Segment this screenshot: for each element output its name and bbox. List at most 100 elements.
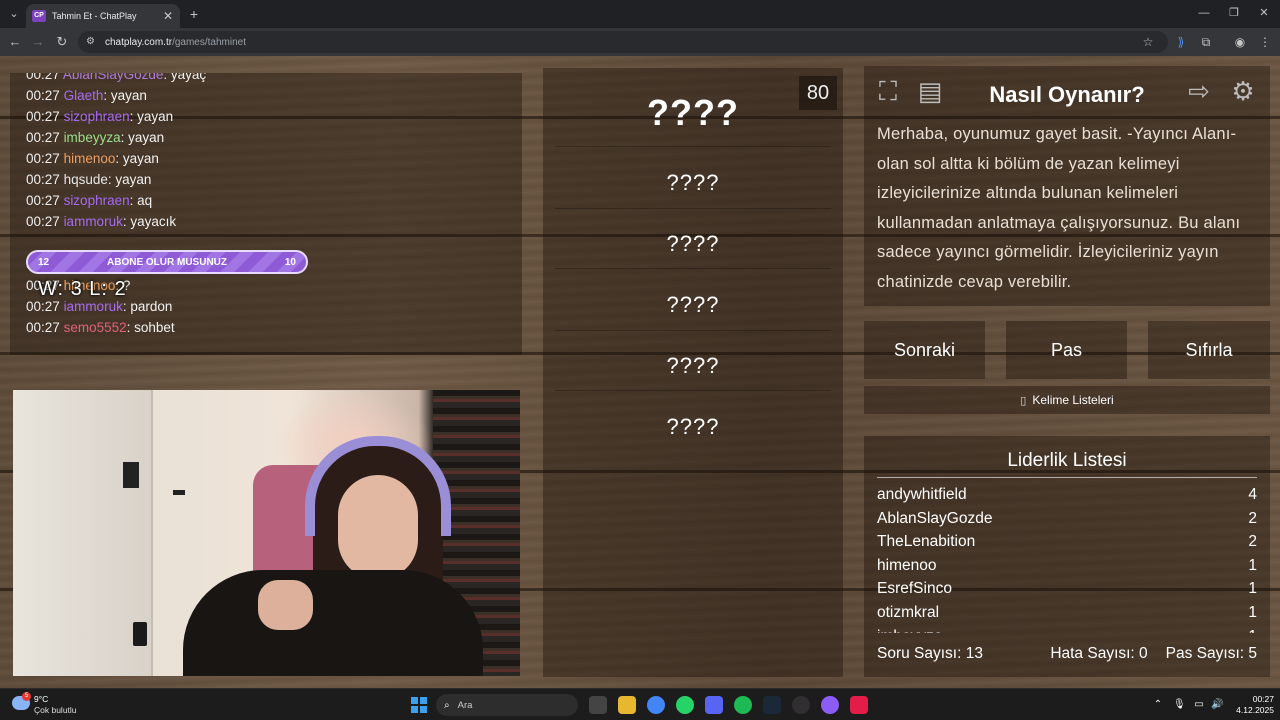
browser-menu-icon[interactable]: ⋮ bbox=[1257, 34, 1273, 50]
word-lists-button[interactable]: ▯ Kelime Listeleri bbox=[864, 386, 1270, 414]
address-bar[interactable]: ⚙ chatplay.com.tr/games/tahminet bbox=[78, 31, 1168, 53]
leaderboard-name: himenoo bbox=[877, 556, 937, 574]
forbidden-word: ???? bbox=[666, 231, 720, 256]
question-count: Soru Sayısı: 13 bbox=[877, 645, 983, 662]
task-view-icon[interactable] bbox=[589, 696, 607, 714]
app-circle-icon[interactable] bbox=[821, 696, 839, 714]
chat-text: : yayan bbox=[115, 151, 159, 166]
exit-icon[interactable]: ⇨ bbox=[1182, 74, 1216, 108]
leaderboard-name: AblanSlayGozde bbox=[877, 509, 993, 527]
taskbar-search[interactable]: ⌕ Ara bbox=[436, 694, 578, 716]
leaderboard-row: andywhitfield 4 bbox=[877, 483, 1257, 507]
profile-avatar-icon[interactable]: ◉ bbox=[1232, 34, 1248, 50]
file-explorer-icon[interactable] bbox=[618, 696, 636, 714]
forward-icon[interactable]: → bbox=[30, 34, 46, 50]
reload-icon[interactable]: ↻ bbox=[54, 34, 70, 50]
leaderboard-name: imbeyyza bbox=[877, 625, 942, 633]
leaderboard-name: TheLenabition bbox=[877, 533, 976, 551]
forbidden-word: ???? bbox=[666, 292, 720, 317]
tab-search-icon[interactable]: ⌄ bbox=[6, 6, 22, 22]
chat-message: 00:27 iammoruk: yayacık bbox=[26, 214, 176, 229]
leaderboard-row: himenoo 1 bbox=[877, 554, 1257, 578]
discord-icon[interactable] bbox=[705, 696, 723, 714]
subscribe-current: 12 bbox=[38, 256, 50, 268]
leaderboard-score: 1 bbox=[1248, 556, 1257, 574]
chat-username[interactable]: AblanSlayGozde bbox=[63, 73, 164, 82]
leaderboard-name: EsrefSinco bbox=[877, 580, 952, 598]
next-button[interactable]: Sonraki bbox=[864, 321, 985, 379]
url-host: chatplay.com.tr bbox=[105, 36, 173, 48]
leaderboard-score: 2 bbox=[1248, 533, 1257, 551]
browser-tabstrip: ⌄ CP Tahmin Et - ChatPlay ✕ + — ❐ ✕ bbox=[0, 0, 1280, 28]
chat-username[interactable]: hqsude bbox=[64, 172, 108, 187]
chat-username[interactable]: iammoruk bbox=[64, 214, 123, 229]
chat-username[interactable]: iammoruk bbox=[64, 299, 123, 314]
reset-button[interactable]: Sıfırla bbox=[1148, 321, 1270, 379]
leaderboard-list: andywhitfield 4 AblanSlayGozde 2 TheLenabiti… bbox=[877, 483, 1257, 633]
spotify-icon[interactable] bbox=[734, 696, 752, 714]
game-page: 00:27 semo5552: sohbet 00:27 iammoruk: pa… bbox=[0, 56, 1280, 688]
chat-message: 00:27 hqsude: yayan bbox=[26, 172, 151, 187]
chat-username[interactable]: sizophraen bbox=[64, 109, 130, 124]
leaderboard-score: 1 bbox=[1248, 625, 1257, 633]
tab-close-icon[interactable]: ✕ bbox=[162, 9, 174, 23]
obs-icon[interactable] bbox=[792, 696, 810, 714]
chat-text: : yayan bbox=[103, 88, 147, 103]
browser-tab[interactable]: CP Tahmin Et - ChatPlay ✕ bbox=[26, 4, 180, 28]
leaderboard-row: otizmkral 1 bbox=[877, 601, 1257, 625]
main-word: ???? bbox=[647, 92, 739, 133]
back-icon[interactable]: ← bbox=[7, 34, 23, 50]
word-lists-label: Kelime Listeleri bbox=[1032, 393, 1114, 407]
leaderboard-title: Liderlik Listesi bbox=[1007, 450, 1127, 471]
microphone-icon[interactable]: 🎙 bbox=[1173, 698, 1186, 712]
window-close-icon[interactable]: ✕ bbox=[1256, 6, 1272, 20]
chat-username[interactable]: imbeyyza bbox=[64, 130, 121, 145]
network-icon[interactable]: ▭ bbox=[1193, 698, 1205, 712]
whatsapp-icon[interactable] bbox=[676, 696, 694, 714]
leaderboard-score: 4 bbox=[1248, 486, 1257, 503]
webcam-feed bbox=[13, 390, 520, 676]
chat-username[interactable]: semo5552 bbox=[64, 320, 127, 335]
search-icon: ⌕ bbox=[444, 699, 450, 711]
leaderboard-row: imbeyyza 1 bbox=[877, 625, 1257, 633]
pass-button[interactable]: Pas bbox=[1006, 321, 1127, 379]
volume-icon[interactable]: 🔊 bbox=[1211, 698, 1223, 712]
leaderboard-name: otizmkral bbox=[877, 603, 940, 621]
weather-badge: 5 bbox=[22, 692, 31, 701]
how-to-play-panel: ⛶ ▤ Nasıl Oynanır? ⇨ ⚙ Merhaba, oyunumuz… bbox=[864, 66, 1270, 306]
chrome-icon[interactable] bbox=[647, 696, 665, 714]
subscribe-goal: 10 bbox=[284, 256, 296, 268]
clock-date[interactable]: 4.12.2025 bbox=[1228, 705, 1274, 715]
leaderboard-row: EsrefSinco 1 bbox=[877, 577, 1257, 601]
site-info-icon[interactable]: ⚙ bbox=[86, 36, 98, 48]
tray-overflow-icon[interactable]: ⌃ bbox=[1152, 698, 1164, 712]
bookmark-star-icon[interactable]: ☆ bbox=[1140, 34, 1156, 50]
fullscreen-icon[interactable]: ⛶ bbox=[871, 74, 905, 108]
forbidden-word: ???? bbox=[666, 353, 720, 378]
chat-message: 00:27 sizophraen: yayan bbox=[26, 109, 173, 124]
windows-start-icon[interactable] bbox=[411, 697, 427, 713]
restore-icon[interactable]: ❐ bbox=[1226, 6, 1242, 20]
chat-username[interactable]: Glaeth bbox=[64, 88, 104, 103]
weather-temperature: 9°C bbox=[34, 694, 49, 704]
notes-icon[interactable]: ▤ bbox=[913, 74, 947, 108]
chat-username[interactable]: himenoo bbox=[64, 151, 116, 166]
chat-message: 00:27 AblanSlayGozde: yayaç bbox=[26, 73, 206, 82]
chat-text: : yayacık bbox=[122, 214, 177, 229]
app-red-icon[interactable] bbox=[850, 696, 868, 714]
minimize-icon[interactable]: — bbox=[1196, 6, 1212, 20]
extension-icon[interactable]: ⟫ bbox=[1173, 34, 1189, 50]
chat-username[interactable]: sizophraen bbox=[64, 193, 130, 208]
chat-text: : pardon bbox=[122, 299, 173, 314]
chat-text: : yayan bbox=[107, 172, 152, 187]
chatplay-favicon-icon: CP bbox=[32, 10, 46, 22]
settings-gear-icon[interactable]: ⚙ bbox=[1226, 74, 1260, 108]
steam-icon[interactable] bbox=[763, 696, 781, 714]
extensions-puzzle-icon[interactable]: ⧉ bbox=[1198, 34, 1214, 50]
leaderboard-panel: Liderlik Listesi andywhitfield 4 AblanSlay… bbox=[864, 436, 1270, 677]
new-tab-icon[interactable]: + bbox=[186, 6, 202, 22]
clock-time[interactable]: 00:27 bbox=[1238, 694, 1274, 704]
leaderboard-score: 2 bbox=[1248, 509, 1257, 527]
chat-message: 00:27 sizophraen: aq bbox=[26, 193, 152, 208]
error-count: Hata Sayısı: 0 bbox=[1050, 645, 1148, 662]
